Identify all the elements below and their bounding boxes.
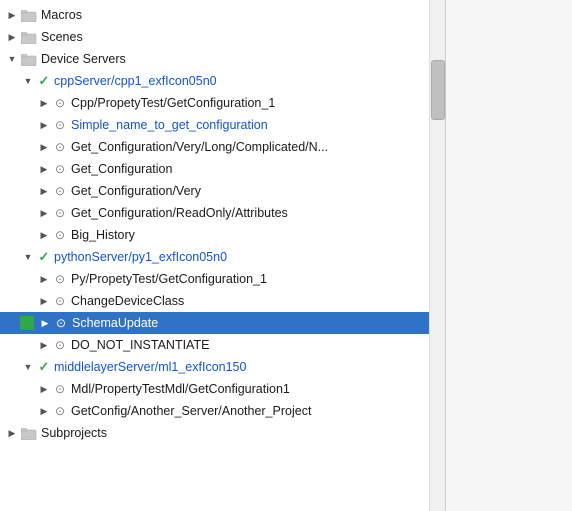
- globe-icon-cpp7: ⊙: [52, 227, 68, 243]
- globe-icon-py2: ⊙: [52, 293, 68, 309]
- tree-item-middle-server[interactable]: ✓ middlelayerServer/ml1_exfIcon150: [0, 356, 429, 378]
- label-cpp-server: cppServer/cpp1_exfIcon05n0: [54, 74, 217, 88]
- check-icon-ml: ✓: [36, 359, 52, 375]
- check-icon-cpp: ✓: [36, 73, 52, 89]
- tree-item-py-item3[interactable]: ⊙ SchemaUpdate: [0, 312, 429, 334]
- scrollbar-thumb[interactable]: [431, 60, 445, 120]
- globe-icon-cpp3: ⊙: [52, 139, 68, 155]
- tree-item-macros[interactable]: Macros: [0, 4, 429, 26]
- tree-item-cpp-server[interactable]: ✓ cppServer/cpp1_exfIcon05n0: [0, 70, 429, 92]
- expand-ml-item2[interactable]: [36, 403, 52, 419]
- globe-icon-py3: ⊙: [53, 315, 69, 331]
- label-ml-item2: GetConfig/Another_Server/Another_Project: [71, 404, 311, 418]
- label-py-item2: ChangeDeviceClass: [71, 294, 184, 308]
- label-cpp-item6: Get_Configuration/ReadOnly/Attributes: [71, 206, 288, 220]
- folder-icon-device-servers: [20, 52, 38, 66]
- tree-item-cpp-item7[interactable]: ⊙ Big_History: [0, 224, 429, 246]
- tree-item-py-item4[interactable]: ⊙ DO_NOT_INSTANTIATE: [0, 334, 429, 356]
- green-square-py3: [20, 316, 34, 330]
- expand-subprojects[interactable]: [4, 425, 20, 441]
- expand-cpp-item7[interactable]: [36, 227, 52, 243]
- label-cpp-item3: Get_Configuration/Very/Long/Complicated/…: [71, 140, 328, 154]
- tree-item-cpp-item1[interactable]: ⊙ Cpp/PropetyTest/GetConfiguration_1: [0, 92, 429, 114]
- tree-item-py-item1[interactable]: ⊙ Py/PropetyTest/GetConfiguration_1: [0, 268, 429, 290]
- expand-py-server[interactable]: [20, 249, 36, 265]
- tree-item-py-item2[interactable]: ⊙ ChangeDeviceClass: [0, 290, 429, 312]
- tree-item-scenes[interactable]: Scenes: [0, 26, 429, 48]
- globe-icon-py4: ⊙: [52, 337, 68, 353]
- label-py-item3: SchemaUpdate: [72, 316, 158, 330]
- folder-icon-subprojects: [20, 426, 38, 440]
- folder-icon-macros: [20, 8, 38, 22]
- label-device-servers: Device Servers: [41, 52, 126, 66]
- folder-icon-scenes: [20, 30, 38, 44]
- tree-item-cpp-item5[interactable]: ⊙ Get_Configuration/Very: [0, 180, 429, 202]
- check-icon-py: ✓: [36, 249, 52, 265]
- globe-icon-ml1: ⊙: [52, 381, 68, 397]
- globe-icon-cpp5: ⊙: [52, 183, 68, 199]
- label-cpp-item1: Cpp/PropetyTest/GetConfiguration_1: [71, 96, 275, 110]
- label-cpp-item5: Get_Configuration/Very: [71, 184, 201, 198]
- expand-cpp-item4[interactable]: [36, 161, 52, 177]
- globe-icon-cpp4: ⊙: [52, 161, 68, 177]
- scrollbar[interactable]: [430, 0, 446, 511]
- globe-icon-ml2: ⊙: [52, 403, 68, 419]
- expand-ml-item1[interactable]: [36, 381, 52, 397]
- label-middle-server: middlelayerServer/ml1_exfIcon150: [54, 360, 246, 374]
- tree-item-py-server[interactable]: ✓ pythonServer/py1_exfIcon05n0: [0, 246, 429, 268]
- globe-icon-py1: ⊙: [52, 271, 68, 287]
- globe-icon-cpp6: ⊙: [52, 205, 68, 221]
- tree-item-cpp-item6[interactable]: ⊙ Get_Configuration/ReadOnly/Attributes: [0, 202, 429, 224]
- label-macros: Macros: [41, 8, 82, 22]
- expand-cpp-item3[interactable]: [36, 139, 52, 155]
- expand-device-servers[interactable]: [4, 51, 20, 67]
- expand-middle-server[interactable]: [20, 359, 36, 375]
- label-py-item4: DO_NOT_INSTANTIATE: [71, 338, 209, 352]
- globe-icon-cpp1: ⊙: [52, 95, 68, 111]
- expand-scenes[interactable]: [4, 29, 20, 45]
- expand-macros[interactable]: [4, 7, 20, 23]
- expand-py-item4[interactable]: [36, 337, 52, 353]
- right-panel: [446, 0, 572, 511]
- tree-item-device-servers[interactable]: Device Servers: [0, 48, 429, 70]
- expand-py-item2[interactable]: [36, 293, 52, 309]
- tree-item-cpp-item2[interactable]: ⊙ Simple_name_to_get_configuration: [0, 114, 429, 136]
- tree-item-cpp-item4[interactable]: ⊙ Get_Configuration: [0, 158, 429, 180]
- label-subprojects: Subprojects: [41, 426, 107, 440]
- expand-cpp-item1[interactable]: [36, 95, 52, 111]
- label-scenes: Scenes: [41, 30, 83, 44]
- tree-item-cpp-item3[interactable]: ⊙ Get_Configuration/Very/Long/Complicate…: [0, 136, 429, 158]
- expand-cpp-server[interactable]: [20, 73, 36, 89]
- label-ml-item1: Mdl/PropertyTestMdl/GetConfiguration1: [71, 382, 290, 396]
- expand-cpp-item2[interactable]: [36, 117, 52, 133]
- expand-cpp-item5[interactable]: [36, 183, 52, 199]
- expand-py-item3[interactable]: [37, 315, 53, 331]
- tree-item-ml-item1[interactable]: ⊙ Mdl/PropertyTestMdl/GetConfiguration1: [0, 378, 429, 400]
- globe-icon-cpp2: ⊙: [52, 117, 68, 133]
- label-py-server: pythonServer/py1_exfIcon05n0: [54, 250, 227, 264]
- tree-item-ml-item2[interactable]: ⊙ GetConfig/Another_Server/Another_Proje…: [0, 400, 429, 422]
- tree-item-subprojects[interactable]: Subprojects: [0, 422, 429, 444]
- label-cpp-item7: Big_History: [71, 228, 135, 242]
- label-py-item1: Py/PropetyTest/GetConfiguration_1: [71, 272, 267, 286]
- label-cpp-item4: Get_Configuration: [71, 162, 172, 176]
- expand-cpp-item6[interactable]: [36, 205, 52, 221]
- expand-py-item1[interactable]: [36, 271, 52, 287]
- tree-panel[interactable]: Macros Scenes Device Servers ✓ cppServer: [0, 0, 430, 511]
- label-cpp-item2: Simple_name_to_get_configuration: [71, 118, 268, 132]
